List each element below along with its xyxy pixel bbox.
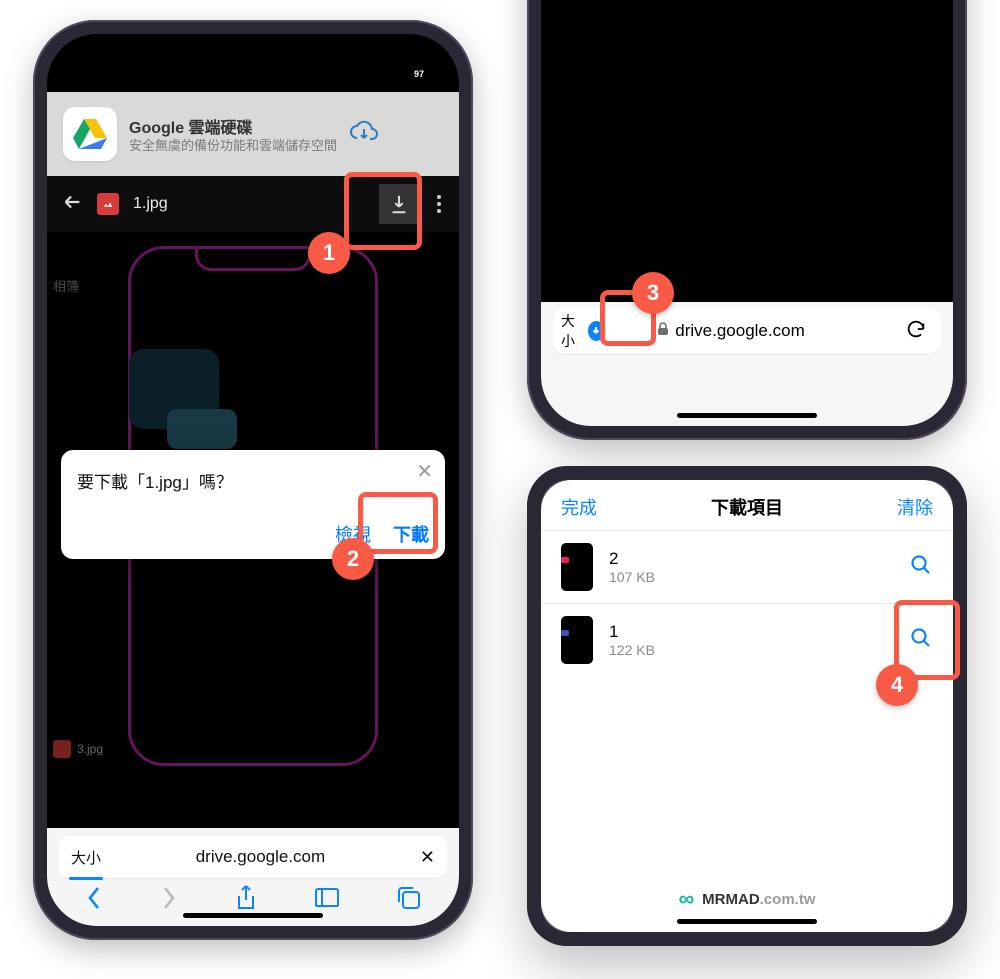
sheet-title: 下載項目 [711,494,783,520]
download-thumb-icon [561,543,593,591]
more-options-icon[interactable] [433,195,445,213]
back-icon[interactable] [61,191,83,218]
phone-right: 3.jpg 大小 drive.google.com [527,0,967,440]
app-banner-subtitle: 安全無虞的備份功能和雲端儲存空間 [129,138,337,154]
magnify-icon[interactable] [909,553,933,582]
app-install-banner[interactable]: Google 雲端硬碟 安全無虞的備份功能和雲端儲存空間 [47,92,459,176]
aa-size-button[interactable]: 大小 [71,847,101,868]
callout-badge-3: 3 [632,272,674,314]
file-name: 1.jpg [133,195,168,213]
clear-button[interactable]: 清除 [897,494,933,520]
callout-badge-4: 4 [876,664,918,706]
callout-badge-1: 1 [308,232,350,274]
app-banner-title: Google 雲端硬碟 [129,114,337,138]
cellular-icon [357,67,375,81]
download-size: 107 KB [609,569,655,585]
wifi-icon [381,67,399,81]
cloud-download-icon[interactable] [349,119,379,150]
dialog-question: 要下載「1.jpg」嗎？ [77,468,429,493]
watermark: ∞ MRMAD.com.tw [678,886,815,912]
downloads-sheet-frame: 完成 下載項目 清除 2 107 KB 1 122 KB [527,466,967,946]
done-button[interactable]: 完成 [561,494,597,520]
url-text: drive.google.com [111,847,410,867]
callout-badge-2: 2 [332,538,374,580]
status-time: 16:59 [81,64,127,84]
infinity-icon: ∞ [678,886,694,912]
image-preview-b: 3.jpg [541,0,953,296]
callout-highlight-1 [344,172,422,250]
gdrive-app-icon [63,107,117,161]
callout-highlight-2 [358,492,438,554]
nav-back-icon[interactable] [84,884,104,912]
clear-icon[interactable]: ✕ [420,847,435,868]
address-bar[interactable]: 大小 drive.google.com ✕ [59,836,447,878]
safari-chrome: 大小 drive.google.com ✕ [47,828,459,926]
download-thumb-icon [561,616,593,664]
phone-left: 16:59 97 Google 雲端硬碟 安全無虞的備份功能和 [33,20,473,940]
download-name: 1 [609,622,655,642]
url-text-b: drive.google.com [675,321,804,341]
share-icon[interactable] [234,884,258,912]
nav-forward-icon [159,884,179,912]
download-size: 122 KB [609,642,655,658]
close-icon[interactable]: ✕ [416,462,433,482]
battery-icon: 97 [405,67,433,81]
bookmarks-icon[interactable] [313,886,341,910]
download-row[interactable]: 2 107 KB [541,530,953,603]
download-name: 2 [609,549,655,569]
reload-icon[interactable] [905,318,927,345]
lock-icon [657,321,669,341]
tabs-icon[interactable] [396,885,422,911]
aa-downloads-pill[interactable]: 大小 [561,312,605,350]
image-file-icon [97,193,119,215]
